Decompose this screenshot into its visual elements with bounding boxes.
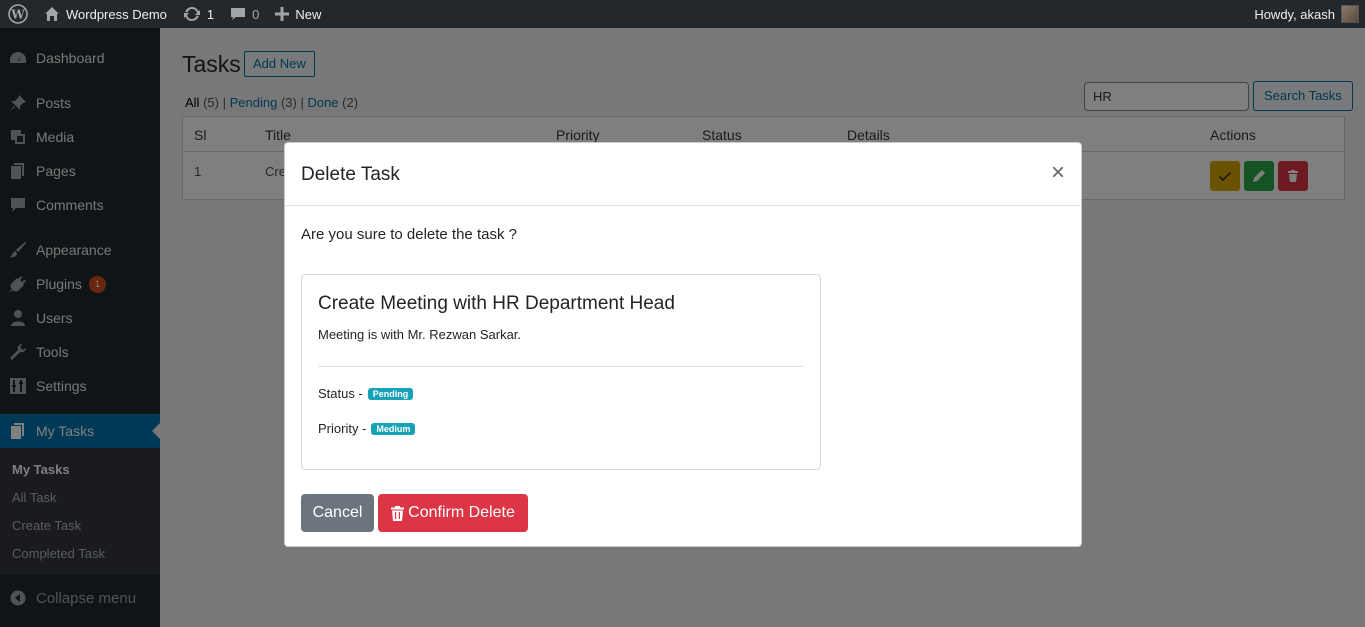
updates-count: 1 — [206, 6, 215, 22]
delete-task-modal: Delete Task × Are you sure to delete the… — [284, 142, 1082, 547]
plus-icon — [275, 7, 290, 21]
comments-count: 0 — [252, 6, 260, 22]
priority-badge: Medium — [371, 422, 416, 435]
comments-link[interactable]: 0 — [222, 0, 267, 28]
status-badge: Pending — [367, 387, 414, 400]
task-status-line: Status - Pending — [318, 386, 414, 401]
close-icon[interactable]: × — [1051, 161, 1065, 185]
confirm-delete-button[interactable]: Confirm Delete — [378, 494, 528, 532]
avatar — [1341, 5, 1359, 23]
priority-label: Priority - — [318, 421, 367, 436]
home-icon — [44, 6, 60, 22]
confirm-delete-label: Confirm Delete — [408, 504, 515, 521]
delete-confirmation-text: Are you sure to delete the task ? — [301, 226, 517, 243]
modal-title: Delete Task — [301, 164, 400, 185]
wordpress-logo-icon[interactable]: W — [0, 0, 36, 28]
new-label: New — [295, 6, 322, 22]
task-title: Create Meeting with HR Department Head — [318, 293, 675, 314]
task-priority-line: Priority - Medium — [318, 421, 416, 436]
svg-text:W: W — [10, 8, 25, 22]
status-label: Status - — [318, 386, 363, 401]
trash-icon — [391, 505, 408, 521]
my-account-link[interactable]: Howdy, akash — [1254, 5, 1365, 23]
updates-icon — [183, 5, 201, 23]
card-divider — [318, 366, 804, 367]
comment-bubble-icon — [230, 6, 246, 22]
site-name-link[interactable]: Wordpress Demo — [36, 0, 175, 28]
task-card: Create Meeting with HR Department Head M… — [301, 274, 821, 470]
admin-bar: W Wordpress Demo 1 0 New Howdy, akash — [0, 0, 1365, 28]
new-content-link[interactable]: New — [267, 0, 329, 28]
updates-link[interactable]: 1 — [175, 0, 222, 28]
modal-header: Delete Task × — [285, 143, 1081, 206]
cancel-button[interactable]: Cancel — [301, 494, 374, 532]
site-name: Wordpress Demo — [66, 6, 167, 22]
task-description: Meeting is with Mr. Rezwan Sarkar. — [318, 327, 522, 342]
greeting: Howdy, akash — [1254, 6, 1335, 22]
